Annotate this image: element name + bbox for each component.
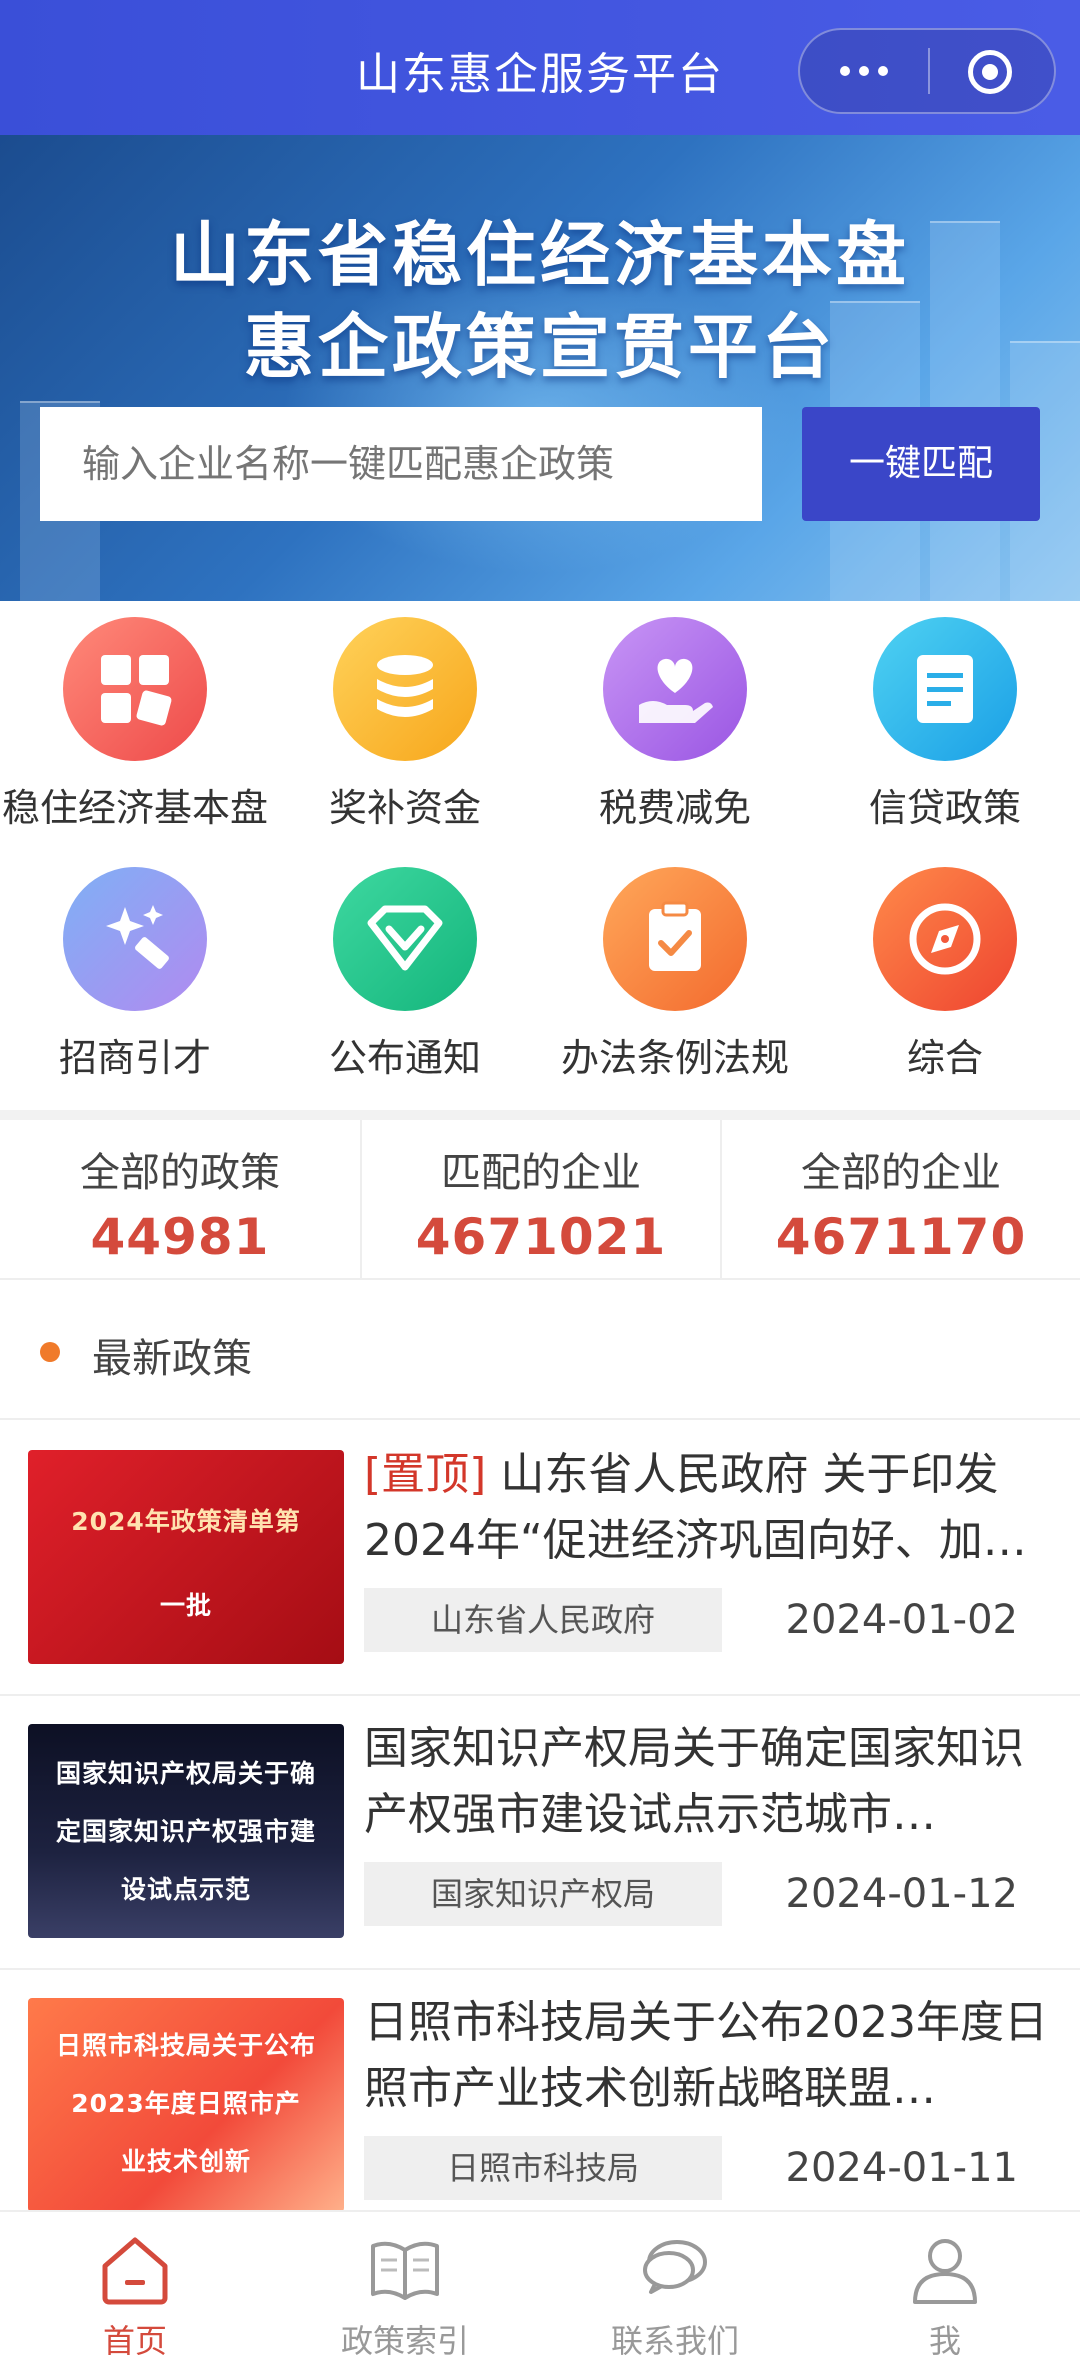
category-label: 公布通知 bbox=[328, 1036, 481, 1080]
chat-icon bbox=[643, 2240, 707, 2294]
close-circle-icon[interactable] bbox=[968, 50, 1012, 94]
category-notices[interactable]: 公布通知 bbox=[270, 851, 540, 1101]
thumbnail-text: 一批 bbox=[159, 1591, 212, 1620]
thumbnail-text: 2023年度日照市产 bbox=[71, 2089, 301, 2118]
stat-matched-companies[interactable]: 匹配的企业 4671021 bbox=[360, 1120, 720, 1280]
stat-label: 全部的政策 bbox=[80, 1150, 280, 1196]
news-item[interactable]: 国家知识产权局关于确 定国家知识产权强市建 设试点示范 国家知识产权局关于确定国… bbox=[0, 1696, 1080, 1970]
book-icon bbox=[371, 2241, 439, 2300]
news-source: 国家知识产权局 bbox=[364, 1862, 722, 1926]
thumbnail-text: 国家知识产权局关于确 bbox=[55, 1759, 316, 1788]
document-icon bbox=[873, 617, 1017, 761]
banner-title-line1: 山东省稳住经济基本盘 bbox=[170, 214, 910, 296]
tab-label: 首页 bbox=[102, 2322, 167, 2360]
tab-home[interactable]: 首页 bbox=[0, 2212, 270, 2368]
tab-label: 政策索引 bbox=[340, 2322, 469, 2360]
home-icon bbox=[102, 2237, 168, 2305]
news-date: 2024-01-11 bbox=[785, 2145, 1018, 2191]
stat-value: 4671170 bbox=[775, 1208, 1027, 1266]
stats-bar: 全部的政策 44981 匹配的企业 4671021 全部的企业 4671170 bbox=[0, 1110, 1080, 1280]
capsule-divider bbox=[928, 48, 930, 94]
nav-header: 山东惠企服务平台 bbox=[0, 0, 1080, 135]
diamond-icon bbox=[333, 867, 477, 1011]
news-item[interactable]: 2024年政策清单第 一批 [置顶] 山东省人民政府 关于印发2024年“促进经… bbox=[0, 1422, 1080, 1696]
compass-icon bbox=[873, 867, 1017, 1011]
grid-icon bbox=[63, 617, 207, 761]
one-click-match-button[interactable]: 一键匹配 bbox=[802, 407, 1040, 521]
stat-all-companies[interactable]: 全部的企业 4671170 bbox=[720, 1120, 1080, 1280]
news-date: 2024-01-02 bbox=[785, 1597, 1018, 1643]
news-item[interactable]: 日照市科技局关于公布 2023年度日照市产 业技术创新 日照市科技局关于公布20… bbox=[0, 1970, 1080, 2244]
category-label: 稳住经济基本盘 bbox=[1, 786, 268, 830]
news-title: 日照市科技局关于公布2023年度日照市产业技术创新战略联盟… bbox=[364, 1990, 1054, 2122]
category-grid: 稳住经济基本盘 奖补资金 税费减免 信贷政策 招商引才 公布通知 办法条例法规 … bbox=[0, 601, 1080, 1106]
tab-me[interactable]: 我 bbox=[810, 2212, 1080, 2368]
category-tax-relief[interactable]: 税费减免 bbox=[540, 601, 810, 851]
news-title: 国家知识产权局关于确定国家知识产权强市建设试点示范城市… bbox=[364, 1716, 1054, 1848]
category-label: 招商引才 bbox=[58, 1036, 211, 1080]
clipboard-icon bbox=[603, 867, 747, 1011]
tab-label: 我 bbox=[928, 2322, 961, 2360]
news-thumbnail: 2024年政策清单第 一批 bbox=[28, 1450, 344, 1664]
category-regulations[interactable]: 办法条例法规 bbox=[540, 851, 810, 1101]
category-subsidy-funds[interactable]: 奖补资金 bbox=[270, 601, 540, 851]
thumbnail-text: 定国家知识产权强市建 bbox=[55, 1817, 316, 1846]
heart-hand-icon bbox=[603, 617, 747, 761]
news-title: [置顶] 山东省人民政府 关于印发2024年“促进经济巩固向好、加… bbox=[364, 1442, 1054, 1574]
news-date: 2024-01-12 bbox=[785, 1871, 1018, 1917]
thumbnail-text: 日照市科技局关于公布 bbox=[55, 2031, 316, 2060]
news-title-text: 日照市科技局关于公布2023年度日照市产业技术创新战略联盟… bbox=[364, 1997, 1048, 2114]
stat-label: 全部的企业 bbox=[801, 1150, 1001, 1196]
news-source: 山东省人民政府 bbox=[364, 1588, 722, 1652]
stat-label: 匹配的企业 bbox=[441, 1150, 641, 1196]
section-title: 最新政策 bbox=[92, 1336, 252, 1382]
tab-label: 联系我们 bbox=[610, 2322, 739, 2360]
latest-policy-section-header: 最新政策 bbox=[0, 1282, 1080, 1420]
tab-contact-us[interactable]: 联系我们 bbox=[540, 2212, 810, 2368]
stat-all-policies[interactable]: 全部的政策 44981 bbox=[0, 1120, 360, 1280]
category-label: 信贷政策 bbox=[868, 786, 1021, 830]
news-source: 日照市科技局 bbox=[364, 2136, 722, 2200]
tab-policy-index[interactable]: 政策索引 bbox=[270, 2212, 540, 2368]
mini-program-capsule bbox=[798, 28, 1056, 114]
news-thumbnail: 日照市科技局关于公布 2023年度日照市产 业技术创新 bbox=[28, 1998, 344, 2212]
company-search-input[interactable] bbox=[40, 407, 762, 521]
hero-banner: 山东省稳住经济基本盘 惠企政策宣贯平台 一键匹配 bbox=[0, 135, 1080, 601]
bottom-tab-bar: 首页 政策索引 联系我们 我 bbox=[0, 2210, 1080, 2366]
coins-icon bbox=[333, 617, 477, 761]
more-menu-icon[interactable] bbox=[800, 30, 928, 112]
sparkle-icon bbox=[63, 867, 207, 1011]
news-thumbnail: 国家知识产权局关于确 定国家知识产权强市建 设试点示范 bbox=[28, 1724, 344, 1938]
thumbnail-text: 业技术创新 bbox=[120, 2147, 251, 2176]
stat-value: 4671021 bbox=[415, 1208, 667, 1266]
stat-value: 44981 bbox=[90, 1208, 270, 1266]
category-label: 综合 bbox=[906, 1036, 983, 1080]
pinned-tag: [置顶] bbox=[364, 1449, 487, 1500]
category-label: 奖补资金 bbox=[328, 786, 481, 830]
thumbnail-text: 2024年政策清单第 bbox=[71, 1507, 301, 1536]
section-dot bbox=[40, 1342, 60, 1362]
category-stabilize-economy[interactable]: 稳住经济基本盘 bbox=[0, 601, 270, 851]
thumbnail-text: 设试点示范 bbox=[120, 1875, 251, 1904]
user-icon bbox=[913, 2239, 977, 2304]
category-credit-policy[interactable]: 信贷政策 bbox=[810, 601, 1080, 851]
banner-title-line2: 惠企政策宣贯平台 bbox=[244, 306, 836, 388]
category-general[interactable]: 综合 bbox=[810, 851, 1080, 1101]
category-label: 税费减免 bbox=[598, 786, 751, 830]
category-label: 办法条例法规 bbox=[560, 1036, 789, 1080]
news-title-text: 国家知识产权局关于确定国家知识产权强市建设试点示范城市… bbox=[364, 1723, 1024, 1840]
category-talent-attraction[interactable]: 招商引才 bbox=[0, 851, 270, 1101]
